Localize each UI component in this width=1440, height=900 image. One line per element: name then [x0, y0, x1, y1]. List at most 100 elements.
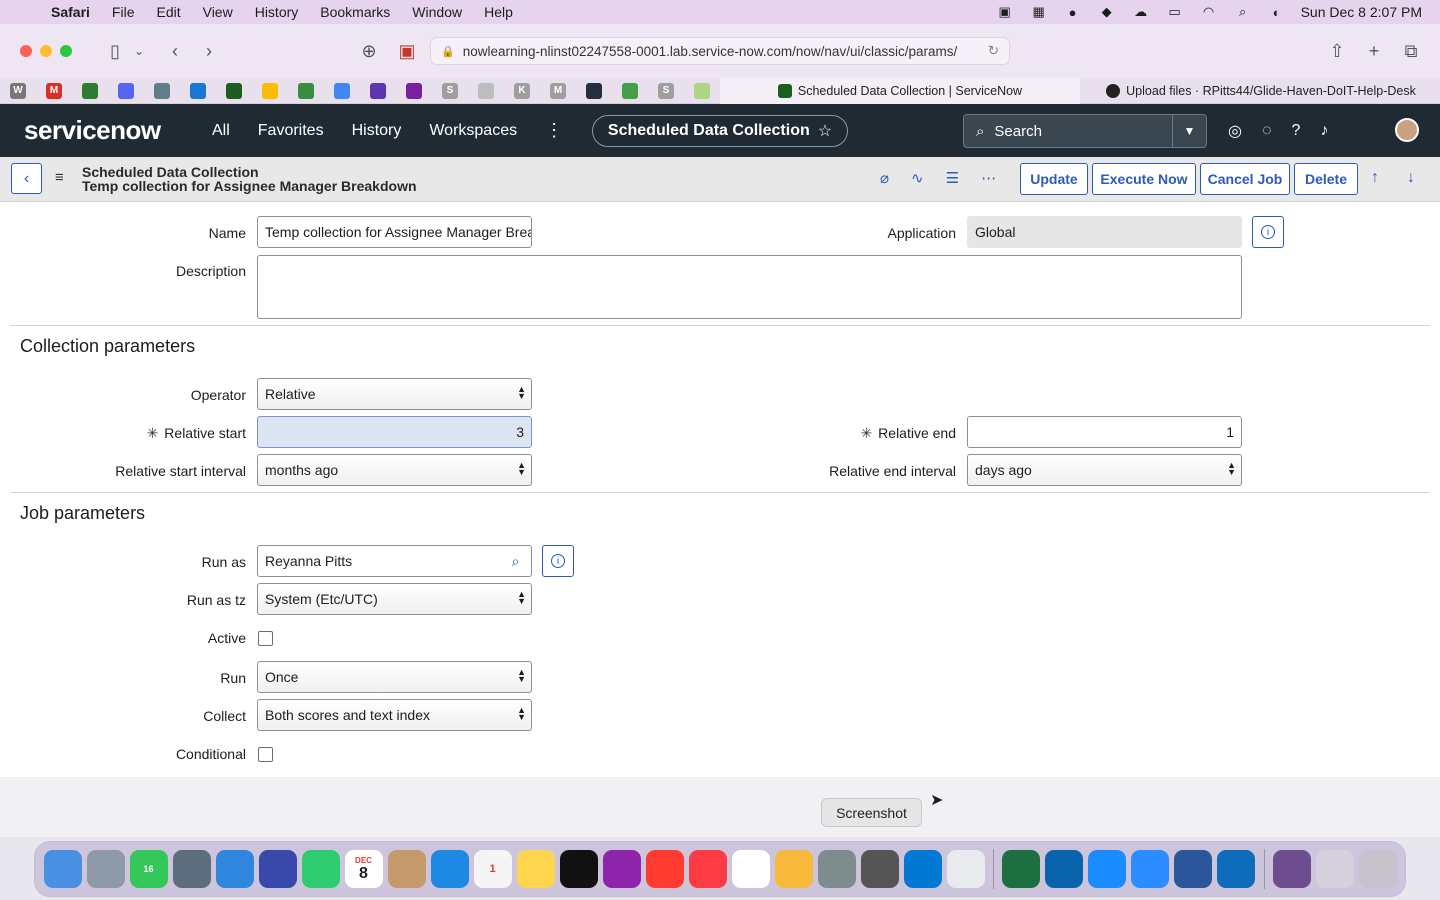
recent-photo-icon[interactable]	[1272, 850, 1311, 888]
tab-overview-icon[interactable]: ⧉	[1394, 41, 1428, 62]
chat-icon[interactable]: ◌	[1262, 122, 1272, 140]
nav-favorites[interactable]: Favorites	[258, 122, 324, 140]
back-icon[interactable]: ‹	[158, 41, 192, 62]
avatar[interactable]	[1395, 118, 1419, 142]
bookmark-green-icon[interactable]	[82, 82, 98, 99]
minimize-window-icon[interactable]	[40, 45, 52, 57]
notion-icon[interactable]	[731, 850, 770, 888]
mcafee-status-icon[interactable]: ◆	[1097, 4, 1117, 19]
extension-icon[interactable]: ▣	[390, 41, 424, 62]
battery-status-icon[interactable]: ▭	[1165, 4, 1185, 19]
cancel-job-button[interactable]: Cancel Job	[1200, 163, 1290, 195]
maps-icon[interactable]	[215, 850, 254, 888]
new-tab-icon[interactable]: +	[1357, 41, 1391, 62]
nav-all[interactable]: All	[212, 122, 230, 140]
bookmark-s2-icon[interactable]: S	[658, 82, 674, 99]
help-icon[interactable]: ?	[1291, 122, 1300, 140]
relative-start-field[interactable]: 3	[257, 416, 532, 448]
address-bar[interactable]: 🔒 nowlearning-nlinst02247558-0001.lab.se…	[430, 37, 1010, 65]
calendar-icon[interactable]: DEC 8	[344, 850, 383, 888]
globe-icon[interactable]: ◎	[1228, 121, 1242, 141]
run-as-tz-select[interactable]: System (Etc/UTC) ▲ ▼	[257, 583, 532, 615]
conditional-checkbox[interactable]	[258, 747, 273, 762]
windows-app-icon[interactable]	[1217, 850, 1255, 888]
bookmark-dots-icon[interactable]	[478, 82, 494, 99]
more-menu-icon[interactable]: ⋮	[545, 120, 563, 141]
notes-icon[interactable]	[516, 850, 555, 888]
menu-file[interactable]: File	[101, 4, 146, 20]
cloud-status-icon[interactable]: ☁	[1131, 4, 1151, 19]
bookmark-m-icon[interactable]: M	[550, 82, 566, 99]
share-icon[interactable]: ⇧	[1320, 41, 1354, 62]
hamburger-menu-icon[interactable]: ≡	[55, 169, 64, 186]
apple-tv-icon[interactable]	[559, 850, 598, 888]
facetime-icon[interactable]	[301, 850, 340, 888]
news-icon[interactable]	[645, 850, 684, 888]
execute-now-button[interactable]: Execute Now	[1092, 163, 1196, 195]
outlook-status-icon[interactable]: ▣	[995, 4, 1015, 19]
music-icon[interactable]	[688, 850, 727, 888]
outlook-icon[interactable]	[1045, 850, 1083, 888]
rocket-icon[interactable]	[172, 850, 211, 888]
bookmark-list-icon[interactable]	[370, 82, 386, 99]
chrome-icon[interactable]	[946, 850, 985, 888]
zoom-icon[interactable]	[1131, 850, 1169, 888]
attachment-icon[interactable]: ⌀	[880, 169, 889, 187]
bookmark-gmail-icon[interactable]: M	[46, 82, 62, 99]
run-select[interactable]: Once ▲ ▼	[257, 661, 532, 693]
affinity-icon[interactable]	[258, 850, 297, 888]
menubar-clock[interactable]: Sun Dec 8 2:07 PM	[1301, 4, 1422, 20]
more-options-icon[interactable]: ⋯	[981, 169, 996, 187]
close-window-icon[interactable]	[20, 45, 32, 57]
spotlight-search-icon[interactable]: ⌕	[1233, 4, 1253, 19]
arrow-down-icon[interactable]: ↓	[1407, 169, 1415, 187]
bookmark-feedly-icon[interactable]	[298, 82, 314, 99]
operator-select[interactable]: Relative ▲ ▼	[257, 378, 532, 410]
star-icon[interactable]: ☆	[818, 121, 832, 141]
settings-sliders-icon[interactable]: ☰	[946, 169, 959, 187]
reload-icon[interactable]: ↻	[988, 43, 999, 59]
tab-upload-files[interactable]: Upload files · RPitts44/Glide-Haven-DoIT…	[1082, 78, 1440, 104]
description-textarea[interactable]	[257, 255, 1242, 319]
run-as-info-button[interactable]: i	[542, 545, 574, 577]
delete-button[interactable]: Delete	[1294, 163, 1358, 195]
windows-status-icon[interactable]: ▦	[1029, 4, 1049, 19]
screenshot-app-icon[interactable]	[860, 850, 899, 888]
bookmark-info-icon[interactable]	[406, 82, 422, 99]
menu-window[interactable]: Window	[401, 4, 473, 20]
bookmark-k-icon[interactable]: K	[514, 82, 530, 99]
downloads-stack-icon[interactable]	[1315, 850, 1354, 888]
excel-icon[interactable]	[1002, 850, 1040, 888]
forward-icon[interactable]: ›	[192, 41, 226, 62]
run-as-field[interactable]: Reyanna Pitts	[257, 545, 501, 577]
global-search[interactable]: ⌕ Search ▼	[963, 114, 1207, 148]
finder-icon[interactable]	[43, 850, 82, 888]
bookmark-drive-icon[interactable]	[262, 82, 278, 99]
application-info-button[interactable]: i	[1252, 216, 1284, 248]
update-button[interactable]: Update	[1020, 163, 1088, 195]
bookmark-discord-icon[interactable]	[118, 82, 134, 99]
trash-icon[interactable]	[1358, 850, 1397, 888]
bookmark-servicenow-icon[interactable]	[226, 82, 242, 99]
system-settings-icon[interactable]	[817, 850, 856, 888]
launchpad-icon[interactable]	[86, 850, 125, 888]
bookmark-jira-icon[interactable]	[190, 82, 206, 99]
reminders-icon[interactable]: 1	[473, 850, 512, 888]
word-icon[interactable]	[1174, 850, 1212, 888]
bookmark-circle-icon[interactable]	[154, 82, 170, 99]
chevron-down-icon[interactable]: ⌄	[132, 44, 146, 58]
activity-icon[interactable]: ∿	[911, 169, 924, 187]
collect-select[interactable]: Both scores and text index ▲ ▼	[257, 699, 532, 731]
zoom-status-icon[interactable]: ●	[1063, 5, 1083, 20]
bookmark-s-icon[interactable]: S	[442, 82, 458, 99]
relative-end-interval-select[interactable]: days ago ▲ ▼	[967, 454, 1242, 486]
vscode-icon[interactable]	[903, 850, 942, 888]
active-checkbox[interactable]	[258, 631, 273, 646]
menu-history[interactable]: History	[244, 4, 310, 20]
tab-scheduled-data-collection[interactable]: Scheduled Data Collection | ServiceNow	[720, 78, 1080, 104]
relative-end-field[interactable]: 1	[967, 416, 1242, 448]
bookmark-ring-icon[interactable]	[694, 82, 710, 99]
relative-start-interval-select[interactable]: months ago ▲ ▼	[257, 454, 532, 486]
control-center-icon[interactable]: ◐	[1267, 5, 1287, 20]
wifi-status-icon[interactable]: ◠	[1199, 4, 1219, 19]
